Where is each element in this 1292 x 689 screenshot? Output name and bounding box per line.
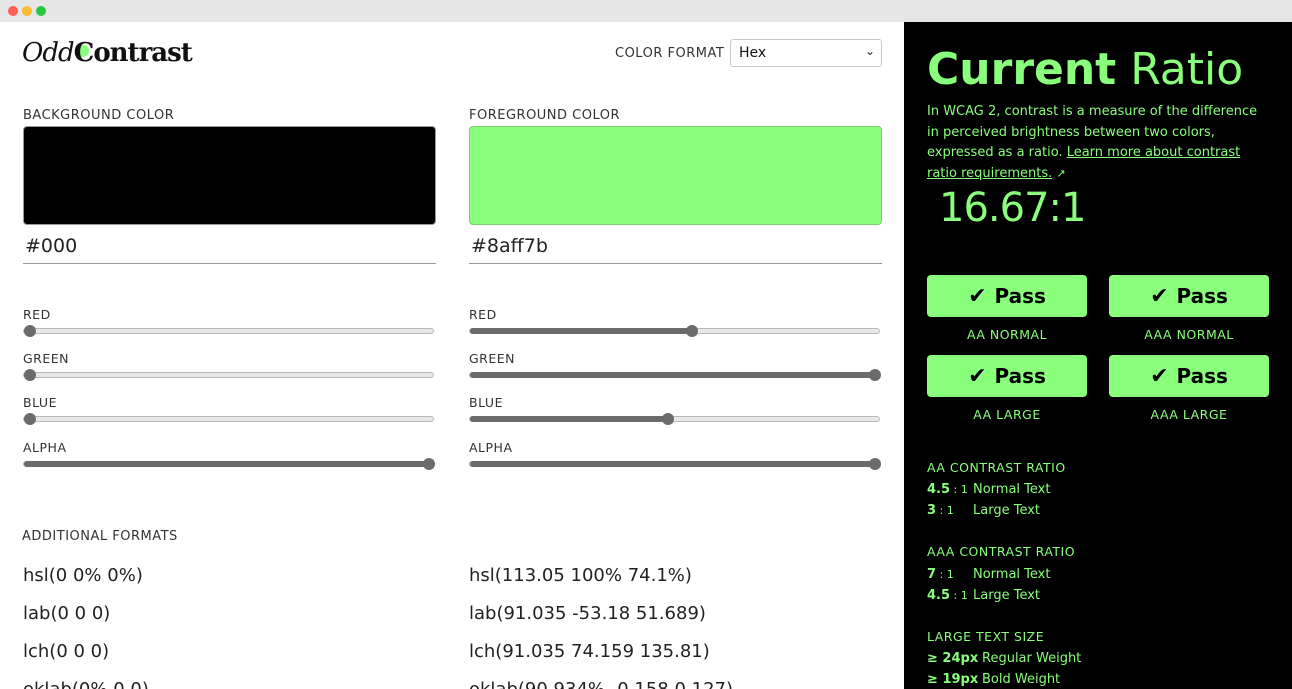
contrast-ratio-value: 16.67:1 bbox=[939, 185, 1086, 231]
slider-thumb[interactable] bbox=[869, 369, 881, 381]
close-window-button[interactable] bbox=[8, 6, 18, 16]
foreground-swatch[interactable] bbox=[469, 126, 882, 225]
large-text-heading: LARGE TEXT SIZE bbox=[927, 629, 1045, 644]
slider-thumb[interactable] bbox=[24, 369, 36, 381]
foreground-format-value: oklab(90.934% -0.158 0.127) bbox=[469, 679, 733, 689]
chevron-down-icon: ⌄ bbox=[864, 44, 875, 58]
slider-fill bbox=[470, 461, 875, 467]
slider-thumb[interactable] bbox=[662, 413, 675, 425]
slider-fill bbox=[470, 372, 875, 378]
ratio-row: ≥ 19px Bold Weight bbox=[927, 671, 1061, 687]
panel-title: Current Ratio bbox=[927, 44, 1244, 95]
ratio-row: 7 : 1 Normal Text bbox=[927, 567, 1051, 582]
check-label: AA LARGE bbox=[973, 407, 1041, 422]
slider-thumb[interactable] bbox=[423, 458, 435, 470]
background-green-slider[interactable] bbox=[23, 369, 434, 381]
ratio-row: 4.5 : 1 Normal Text bbox=[927, 482, 1051, 497]
minimize-window-button[interactable] bbox=[22, 6, 32, 16]
pass-badge: ✔ Pass bbox=[927, 275, 1087, 317]
slider-fill bbox=[470, 328, 692, 334]
contrast-ratio-panel: Current Ratio In WCAG 2, contrast is a m… bbox=[904, 22, 1292, 689]
foreground-blue-slider[interactable] bbox=[469, 413, 880, 425]
ratio-row: ≥ 24px Regular Weight bbox=[927, 651, 1082, 666]
background-blue-slider[interactable] bbox=[23, 413, 434, 425]
foreground-red-label: RED bbox=[469, 307, 497, 322]
background-swatch[interactable] bbox=[23, 126, 436, 225]
check-label: AA NORMAL bbox=[966, 327, 1048, 342]
background-format-value: hsl(0 0% 0%) bbox=[23, 565, 143, 586]
foreground-color-label: FOREGROUND COLOR bbox=[469, 108, 621, 123]
foreground-alpha-label: ALPHA bbox=[469, 440, 513, 455]
ratio-row: 3 : 1 Large Text bbox=[927, 502, 1040, 518]
slider-thumb[interactable] bbox=[24, 325, 36, 337]
background-red-label: RED bbox=[23, 307, 51, 322]
foreground-format-value: hsl(113.05 100% 74.1%) bbox=[469, 565, 692, 586]
pass-badge: ✔ Pass bbox=[927, 355, 1087, 397]
check-label: AAA NORMAL bbox=[1144, 327, 1234, 342]
slider-fill bbox=[470, 416, 669, 422]
color-format-label: COLOR FORMAT bbox=[615, 46, 725, 61]
logo[interactable]: Odd Contrast bbox=[22, 38, 193, 68]
background-red-slider[interactable] bbox=[23, 325, 434, 337]
color-editor-panel: Odd Contrast COLOR FORMAT Hex ⌄ BACKGROUN… bbox=[0, 22, 904, 689]
background-format-value: oklab(0% 0 0) bbox=[23, 679, 149, 689]
color-format-select[interactable]: Hex ⌄ bbox=[730, 39, 882, 67]
maximize-window-button[interactable] bbox=[36, 6, 46, 16]
ratio-row: 4.5 : 1 Large Text bbox=[927, 587, 1040, 603]
foreground-hex-input[interactable]: #8aff7b bbox=[469, 233, 882, 264]
pass-badge: ✔ Pass bbox=[1109, 355, 1269, 397]
panel-description: In WCAG 2, contrast is a measure of the … bbox=[927, 104, 1258, 181]
slider-fill bbox=[24, 461, 429, 467]
additional-formats-label: ADDITIONAL FORMATS bbox=[22, 529, 178, 544]
slider-thumb[interactable] bbox=[869, 458, 881, 470]
foreground-green-slider[interactable] bbox=[469, 369, 881, 381]
foreground-red-slider[interactable] bbox=[469, 325, 880, 337]
background-green-label: GREEN bbox=[23, 351, 70, 366]
aaa-ratio-heading: AAA CONTRAST RATIO bbox=[927, 544, 1076, 559]
pass-badge: ✔ Pass bbox=[1109, 275, 1269, 317]
check-label: AAA LARGE bbox=[1150, 407, 1228, 422]
check-icon: ✔ bbox=[968, 283, 987, 309]
foreground-format-value: lab(91.035 -53.18 51.689) bbox=[469, 603, 706, 624]
background-blue-label: BLUE bbox=[23, 395, 57, 410]
check-icon: ✔ bbox=[1150, 363, 1169, 389]
slider-thumb[interactable] bbox=[24, 413, 36, 425]
background-format-value: lab(0 0 0) bbox=[23, 603, 111, 624]
background-alpha-label: ALPHA bbox=[23, 440, 67, 455]
check-icon: ✔ bbox=[1150, 283, 1169, 309]
background-format-value: lch(0 0 0) bbox=[23, 641, 110, 662]
background-hex-input[interactable]: #000 bbox=[23, 233, 436, 264]
foreground-green-label: GREEN bbox=[469, 351, 516, 366]
window-chrome bbox=[0, 0, 1292, 22]
background-color-label: BACKGROUND COLOR bbox=[23, 108, 175, 123]
slider-thumb[interactable] bbox=[685, 325, 698, 337]
foreground-alpha-slider[interactable] bbox=[469, 458, 881, 470]
aa-ratio-heading: AA CONTRAST RATIO bbox=[927, 460, 1066, 475]
foreground-blue-label: BLUE bbox=[469, 395, 503, 410]
background-alpha-slider[interactable] bbox=[23, 458, 435, 470]
foreground-format-value: lch(91.035 74.159 135.81) bbox=[469, 641, 710, 662]
check-icon: ✔ bbox=[968, 363, 987, 389]
external-link-icon: ↗ bbox=[1056, 166, 1066, 180]
